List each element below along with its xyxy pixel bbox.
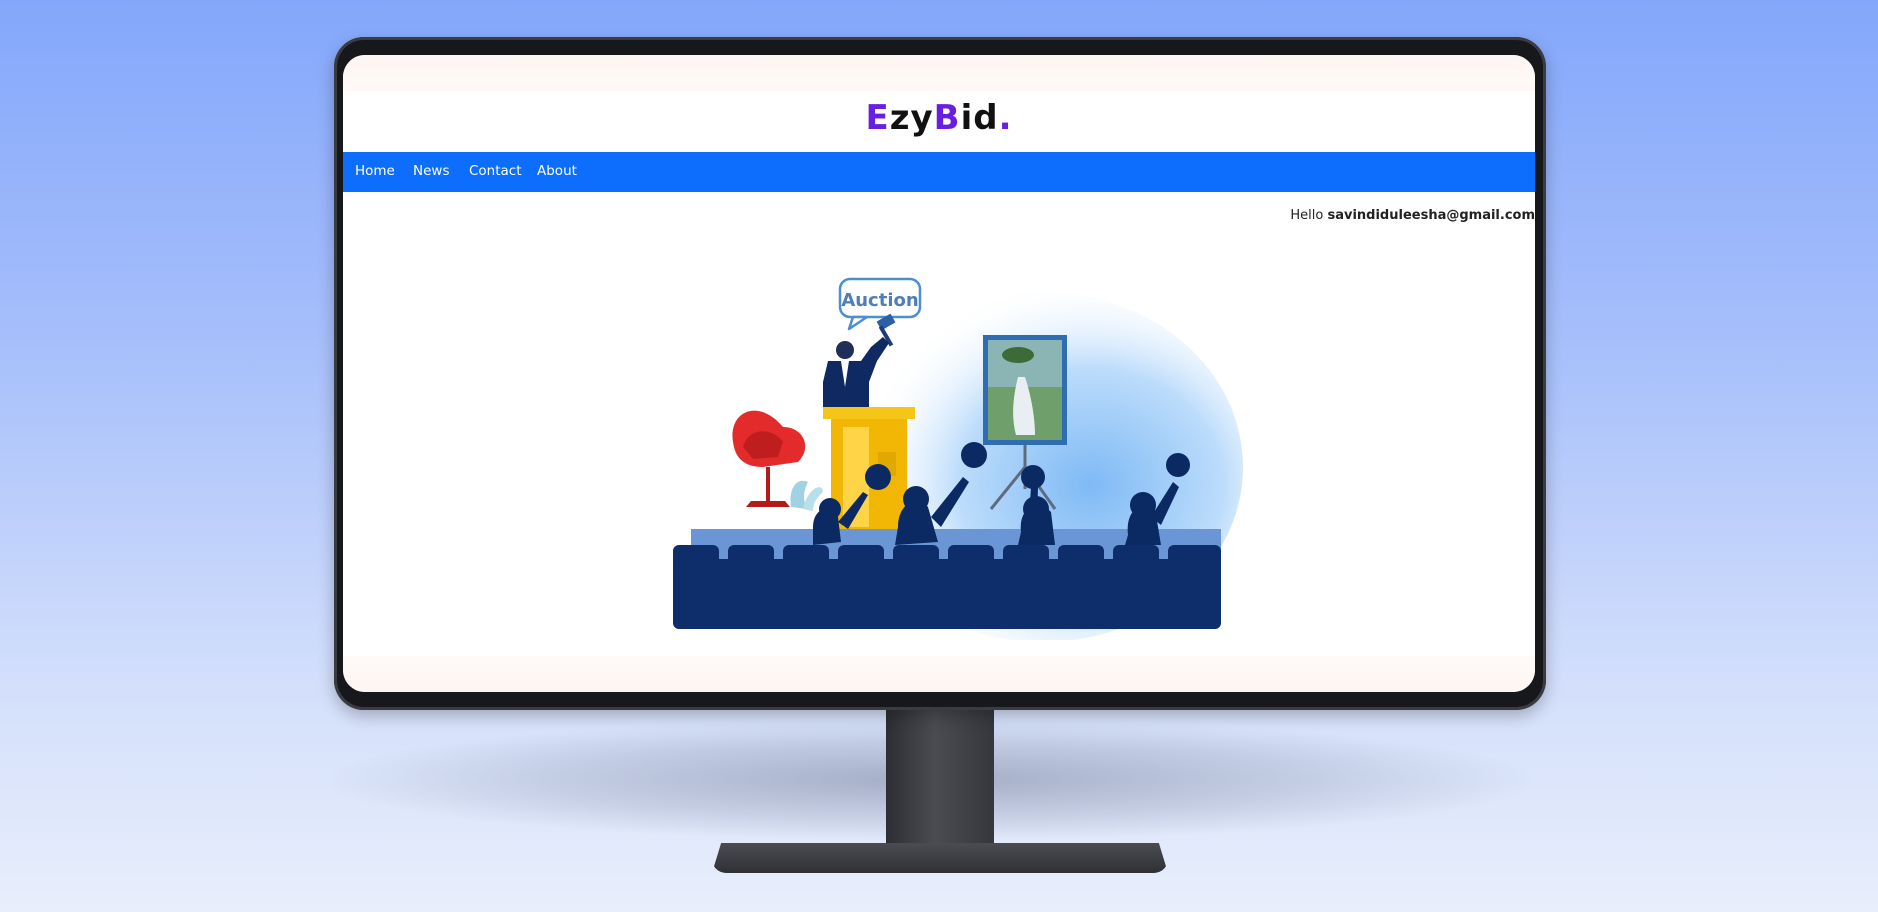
plant-icon	[790, 480, 823, 511]
footer-band	[343, 656, 1535, 692]
screen: EzyBid. Home News Contact About Hello sa…	[343, 55, 1535, 692]
nav-news[interactable]: News	[413, 163, 449, 179]
user-greeting: Hello savindiduleesha@gmail.com	[1290, 208, 1535, 223]
logo-letter-e: E	[865, 98, 890, 138]
greeting-text: Hello	[1290, 208, 1324, 223]
site-logo[interactable]: EzyBid.	[343, 98, 1535, 138]
logo-dot: .	[998, 98, 1013, 138]
navbar: Home News Contact About	[343, 152, 1535, 192]
auction-illustration: Auction	[673, 277, 1243, 640]
logo-letter-b: B	[933, 98, 961, 138]
header-band	[343, 55, 1535, 91]
logo-letters-id: id	[960, 98, 999, 138]
monitor-stand-base	[712, 843, 1168, 873]
logo-letters-zy: zy	[889, 98, 934, 138]
user-email: savindiduleesha@gmail.com	[1327, 208, 1535, 223]
auction-sign-text: Auction	[841, 290, 918, 311]
nav-contact[interactable]: Contact	[469, 163, 522, 179]
nav-about[interactable]: About	[537, 163, 577, 179]
monitor-stand-neck	[886, 706, 994, 858]
nav-home[interactable]: Home	[355, 163, 395, 179]
